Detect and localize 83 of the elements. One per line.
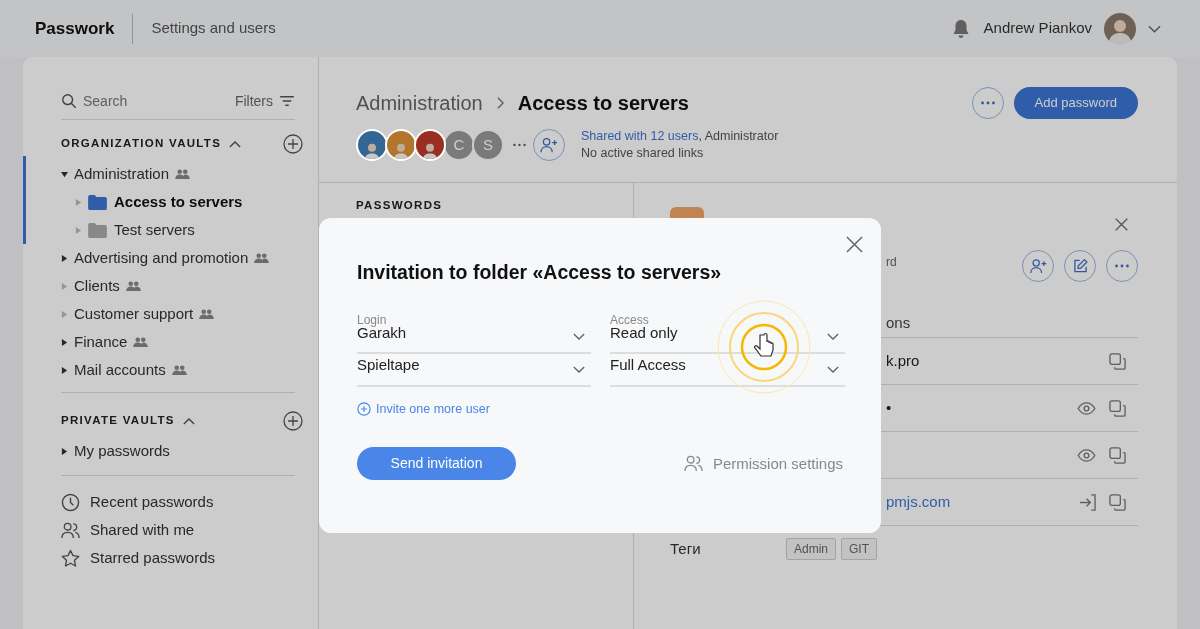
clock-icon	[61, 492, 80, 512]
vault-item[interactable]: Finance	[74, 330, 128, 354]
cursor-highlight-icon	[716, 299, 812, 395]
expand-arrow-icon[interactable]	[61, 338, 68, 346]
quick-link[interactable]: Shared with me	[90, 518, 195, 542]
chevron-up-icon[interactable]	[182, 417, 195, 425]
chevron-down-icon	[827, 365, 839, 373]
app-logo[interactable]: Passwork	[35, 15, 115, 42]
copy-icon[interactable]	[1109, 446, 1126, 464]
vault-item[interactable]: Customer support	[74, 302, 194, 326]
people-icon	[61, 520, 80, 540]
avatar[interactable]	[1104, 12, 1136, 45]
close-icon[interactable]	[846, 236, 863, 253]
breadcrumb-item: Access to servers	[517, 91, 689, 116]
field-label: Access	[610, 312, 650, 326]
member-avatar[interactable]	[385, 129, 417, 161]
expand-arrow-icon[interactable]	[61, 254, 68, 262]
vault-item[interactable]: Advertising and promotion	[74, 246, 249, 270]
collapse-arrow-icon[interactable]	[61, 170, 68, 178]
add-icon	[357, 401, 371, 416]
field-label: Login	[357, 312, 388, 326]
vault-item[interactable]: Test servers	[114, 218, 195, 242]
search-field[interactable]: Search	[83, 90, 235, 112]
eye-icon[interactable]	[1077, 448, 1096, 462]
add-password-button[interactable]: Add password	[1013, 87, 1138, 119]
expand-arrow-icon[interactable]	[61, 366, 68, 374]
section-heading: ORGANIZATION VAULTS	[61, 136, 222, 152]
chevron-down-icon	[827, 333, 839, 340]
tag[interactable]: Admin	[786, 538, 836, 560]
field-value: k.pro	[886, 350, 920, 371]
vault-item[interactable]: Access to servers	[114, 190, 243, 214]
more-members-icon[interactable]	[513, 143, 526, 147]
breadcrumb-item[interactable]: Administration	[356, 88, 483, 118]
role-text: , Administrator	[698, 129, 779, 143]
chevron-down-icon	[573, 333, 585, 340]
add-user-icon	[540, 137, 558, 153]
chevron-right-icon	[496, 97, 504, 109]
add-user-icon	[1029, 258, 1047, 274]
copy-icon[interactable]	[1109, 493, 1126, 511]
bell-icon[interactable]	[951, 18, 970, 39]
tab[interactable]: ons	[886, 314, 911, 331]
send-invitation-button[interactable]: Send invitation	[357, 447, 516, 481]
shared-links-note: No active shared links	[581, 145, 705, 162]
quick-link[interactable]: Recent passwords	[90, 490, 214, 514]
dropdown-field[interactable]: Spieltape	[357, 354, 591, 387]
field-value-link[interactable]: pmjs.com	[886, 490, 951, 514]
copy-icon[interactable]	[1109, 399, 1126, 417]
copy-icon[interactable]	[1109, 352, 1126, 370]
add-icon[interactable]	[283, 411, 303, 431]
tag[interactable]: GIT	[841, 538, 877, 560]
section-heading: PRIVATE VAULTS	[61, 413, 175, 429]
star-icon	[61, 548, 80, 568]
edit-icon	[1071, 258, 1089, 274]
chevron-down-icon[interactable]	[1148, 24, 1161, 33]
vault-item[interactable]: Administration	[74, 162, 170, 186]
add-icon[interactable]	[283, 134, 303, 154]
user-name[interactable]: Andrew Piankov	[983, 17, 1092, 40]
section-heading: PASSWORDS	[356, 198, 444, 213]
member-avatar[interactable]	[414, 129, 446, 161]
chevron-up-icon[interactable]	[229, 140, 242, 148]
more-icon	[1115, 264, 1129, 268]
tags-label: Теги	[670, 538, 702, 559]
quick-link[interactable]: Starred passwords	[90, 546, 216, 570]
more-icon	[980, 101, 995, 105]
login-icon[interactable]	[1079, 493, 1096, 511]
vault-item[interactable]: My passwords	[74, 439, 170, 463]
chevron-down-icon	[573, 365, 585, 373]
invite-more-link[interactable]: Invite one more user	[357, 399, 490, 419]
eye-icon[interactable]	[1077, 401, 1096, 415]
dropdown-field[interactable]: Garakh	[357, 326, 591, 354]
modal-title: Invitation to folder «Access to servers»	[357, 260, 723, 282]
item-subtitle: rd	[886, 254, 897, 271]
filter-icon	[279, 95, 295, 107]
close-icon[interactable]	[1115, 218, 1128, 231]
people-icon	[683, 455, 703, 473]
section-title: Settings and users	[151, 18, 276, 39]
vault-item[interactable]: Mail accounts	[74, 358, 166, 382]
vault-item[interactable]: Clients	[74, 274, 120, 298]
member-avatar[interactable]	[356, 129, 388, 161]
field-value: •	[886, 397, 892, 418]
search-icon	[61, 93, 77, 109]
filters-button[interactable]: Filters	[234, 90, 295, 112]
expand-arrow-icon[interactable]	[61, 447, 68, 455]
